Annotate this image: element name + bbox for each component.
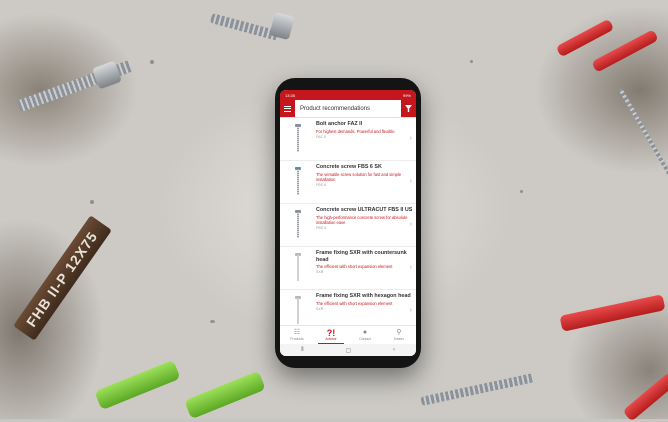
app-header: Product recommendations — [280, 100, 416, 118]
concrete-speck — [210, 320, 215, 323]
product-thumbnail — [280, 163, 316, 203]
product-description: For highest demands. Powerful and flexib… — [316, 128, 396, 134]
concrete-speck — [90, 200, 94, 204]
status-bar: 13:35 99% — [280, 90, 416, 100]
android-nav-bar: ⦀ ▢ ‹ — [280, 344, 416, 356]
product-name: Bolt anchor FAZ II — [316, 121, 363, 127]
chevron-right-icon: › — [409, 264, 412, 271]
tab-products[interactable]: ☷ Products — [280, 326, 314, 344]
filter-button[interactable] — [401, 100, 416, 117]
product-name: Concrete screw ULTRACUT FBS II US — [316, 207, 413, 213]
tab-label: Dealer — [394, 337, 404, 341]
chat-icon: ● — [362, 329, 368, 336]
home-icon[interactable]: ▢ — [345, 347, 351, 354]
concrete-speck — [150, 60, 154, 64]
menu-button[interactable] — [280, 100, 295, 117]
product-list: Bolt anchor FAZ II For highest demands. … — [280, 118, 416, 333]
product-name: Frame fixing SXR with hexagon head — [316, 293, 411, 299]
chevron-right-icon: › — [409, 135, 412, 142]
product-thumbnail — [280, 120, 316, 160]
product-item[interactable]: Bolt anchor FAZ II For highest demands. … — [280, 118, 416, 161]
tab-label: Contact — [359, 337, 371, 341]
tab-contact[interactable]: ● Contact — [348, 326, 382, 344]
chevron-right-icon: › — [409, 178, 412, 185]
grid-icon: ☷ — [293, 329, 301, 336]
chevron-right-icon: › — [409, 221, 412, 228]
product-description: The high-performance concrete screw for … — [316, 214, 408, 225]
bottom-tab-bar: ☷ Products ?! Advisor ● Contact ⚲ Dealer — [280, 325, 416, 344]
product-item[interactable]: Concrete screw ULTRACUT FBS II US The hi… — [280, 204, 416, 247]
product-item[interactable]: Concrete screw FBS 6 SK The versatile sc… — [280, 161, 416, 204]
product-code: FBS II — [316, 225, 326, 230]
product-description: The efficient with short expansion eleme… — [316, 264, 393, 270]
tab-advisor[interactable]: ?! Advisor — [314, 326, 348, 344]
product-code: FAZ II — [316, 134, 326, 139]
product-code: SXR — [316, 306, 324, 311]
product-thumbnail — [280, 206, 316, 246]
page-title: Product recommendations — [300, 105, 371, 112]
chevron-right-icon: › — [409, 307, 412, 314]
product-code: FBS 6 — [316, 182, 326, 187]
app-screen: 13:35 99% Product recommendations Bolt a… — [280, 90, 416, 356]
product-name: Frame fixing SXR with countersunk head — [316, 250, 407, 263]
product-description: The efficient with short expansion eleme… — [316, 300, 393, 306]
product-name: Concrete screw FBS 6 SK — [316, 164, 382, 170]
concrete-speck — [470, 60, 473, 63]
tab-label: Advisor — [325, 337, 337, 341]
product-item[interactable]: Frame fixing SXR with countersunk head T… — [280, 247, 416, 290]
recent-apps-icon[interactable]: ⦀ — [301, 347, 304, 354]
product-description: The versatile screw solution for fast an… — [316, 171, 402, 182]
status-battery: 99% — [402, 92, 411, 98]
advisor-icon: ?! — [326, 328, 336, 338]
smartphone: 13:35 99% Product recommendations Bolt a… — [275, 78, 421, 368]
location-pin-icon: ⚲ — [396, 329, 402, 336]
product-code: SXR — [316, 270, 324, 275]
tab-label: Products — [290, 337, 304, 341]
status-time: 13:35 — [285, 92, 296, 98]
back-icon[interactable]: ‹ — [393, 347, 395, 353]
filter-icon — [405, 105, 412, 112]
hamburger-icon — [284, 105, 291, 107]
product-thumbnail — [280, 249, 316, 289]
concrete-speck — [520, 190, 523, 193]
tab-dealer[interactable]: ⚲ Dealer — [382, 326, 416, 344]
